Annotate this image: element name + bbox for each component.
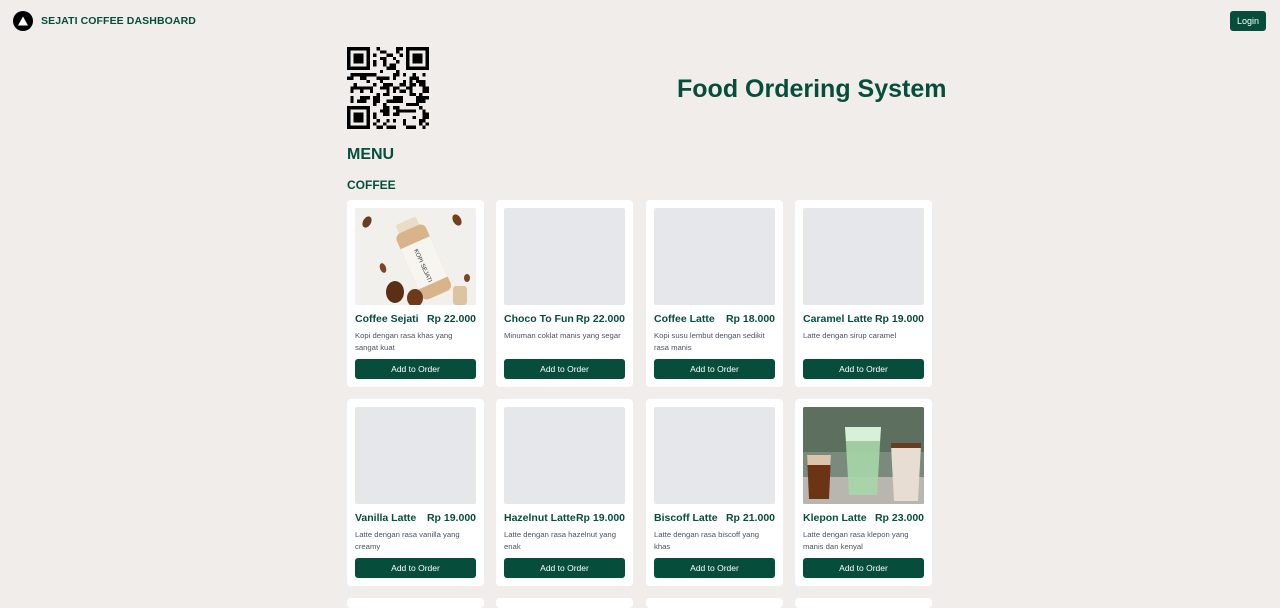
add-to-order-button[interactable]: Add to Order [504,558,625,578]
menu-item-card [795,598,932,608]
menu-heading: MENU [347,146,395,163]
qr-code-icon [347,47,429,129]
menu-item-card [496,598,633,608]
add-to-order-button[interactable]: Add to Order [504,359,625,379]
page-title: Food Ordering System [677,75,947,103]
menu-item-card: KOPI SEJATI Coffee Sejati Rp 22.000 Kopi de… [347,200,484,387]
add-to-order-button[interactable]: Add to Order [654,558,775,578]
menu-item-card: Choco To Fun Rp 22.000 Minuman coklat mani… [496,200,633,387]
menu-item-description: Kopi susu lembut dengan sedikit rasa man… [654,331,765,352]
menu-item-name: Coffee Sejati [355,313,419,325]
menu-item-card: Klepon Latte Rp 23.000 Latte dengan rasa k… [795,399,932,586]
menu-item-name: Vanilla Latte [355,512,417,524]
menu-item-card: Coffee Latte Rp 18.000 Kopi susu lembut de… [646,200,783,387]
add-to-order-button[interactable]: Add to Order [803,359,924,379]
menu-item-price: Rp 22.000 [575,313,625,325]
menu-item-image: KOPI SEJATI [355,208,476,305]
menu-item-name: Biscoff Latte [654,512,718,524]
menu-item-card: Biscoff Latte Rp 21.000 Latte dengan rasa … [646,399,783,586]
menu-item-image [654,208,775,305]
menu-item-image [355,407,476,504]
menu-item-price: Rp 21.000 [725,512,775,524]
triangle-logo-icon [13,11,33,31]
menu-item-card: Hazelnut Latte Rp 19.000 Latte dengan rasa… [496,399,633,586]
menu-item-card [646,598,783,608]
menu-item-description: Kopi dengan rasa khas yang sangat kuat [355,331,453,352]
category-heading: COFFEE [347,178,396,192]
menu-item-description: Latte dengan rasa biscoff yang khas [654,530,759,551]
menu-item-name: Hazelnut Latte [504,512,576,524]
add-to-order-button[interactable]: Add to Order [654,359,775,379]
brand[interactable]: SEJATI COFFEE DASHBOARD [13,11,196,31]
menu-item-description: Latte dengan sirup caramel [803,331,897,340]
login-button[interactable]: Login [1230,11,1266,31]
menu-item-description: Latte dengan rasa hazelnut yang enak [504,530,616,551]
navbar: SEJATI COFFEE DASHBOARD Login [0,0,1280,42]
menu-item-image [654,407,775,504]
menu-item-image [504,208,625,305]
menu-item-price: Rp 22.000 [426,313,476,325]
menu-item-description: Minuman coklat manis yang segar [504,331,621,340]
add-to-order-button[interactable]: Add to Order [355,359,476,379]
menu-item-price: Rp 19.000 [874,313,924,325]
menu-item-card: Caramel Latte Rp 19.000 Latte dengan sirup… [795,200,932,387]
menu-item-price: Rp 18.000 [725,313,775,325]
menu-item-image [803,208,924,305]
brand-name: SEJATI COFFEE DASHBOARD [41,15,196,27]
add-to-order-button[interactable]: Add to Order [355,558,476,578]
menu-item-image [803,407,924,504]
menu-item-description: Latte dengan rasa vanilla yang creamy [355,530,460,551]
menu-item-card [347,598,484,608]
menu-item-name: Caramel Latte [803,313,873,325]
menu-item-price: Rp 19.000 [426,512,476,524]
menu-item-name: Choco To Fun [504,313,574,325]
menu-item-price: Rp 19.000 [575,512,625,524]
add-to-order-button[interactable]: Add to Order [803,558,924,578]
menu-item-name: Coffee Latte [654,313,715,325]
menu-item-description: Latte dengan rasa klepon yang manis dan … [803,530,909,551]
menu-item-price: Rp 23.000 [874,512,924,524]
menu-item-image [504,407,625,504]
menu-item-card: Vanilla Latte Rp 19.000 Latte dengan rasa … [347,399,484,586]
menu-item-name: Klepon Latte [803,512,867,524]
